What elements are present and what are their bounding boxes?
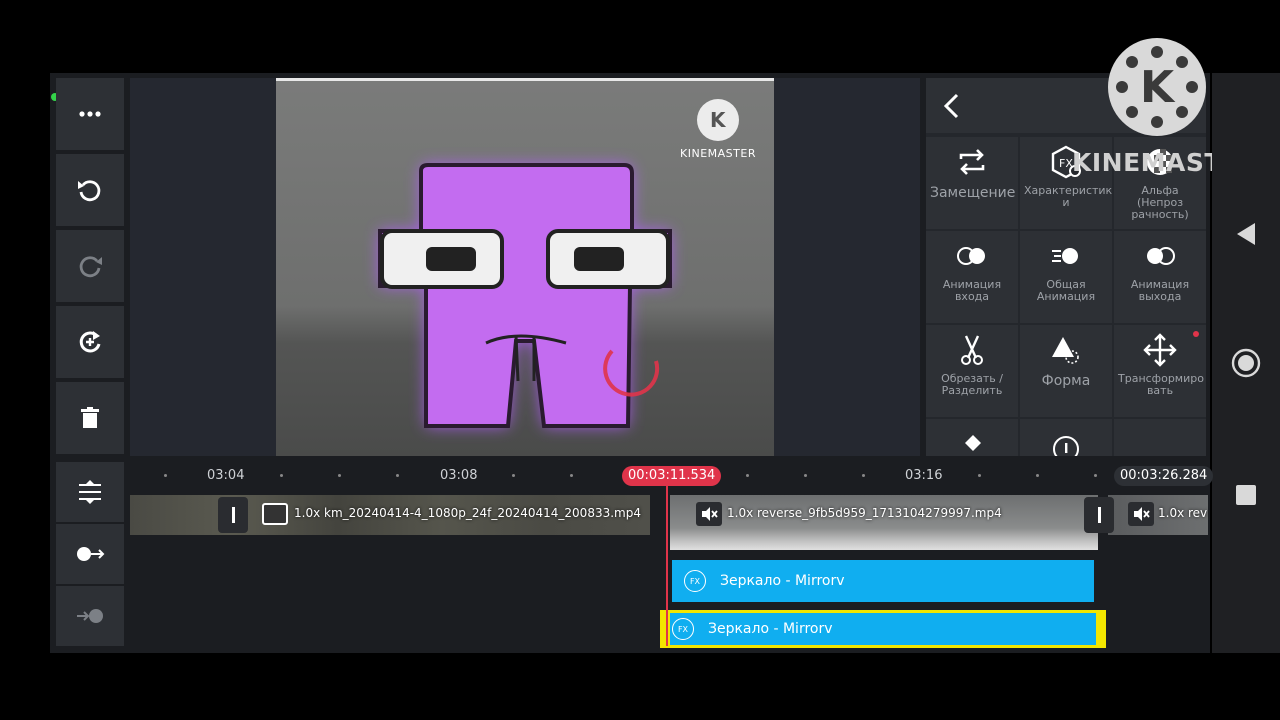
replace-icon (959, 149, 985, 175)
ruler-tick (512, 474, 515, 477)
overall-animation-label: Общая Анимация (1036, 278, 1096, 303)
in-animation-button[interactable]: Анимация входа (926, 231, 1018, 323)
left-toolbar (56, 78, 124, 458)
ruler-label: 03:04 (207, 468, 245, 483)
effect-layer-label: Зеркало - Mirrorv (708, 621, 833, 637)
preview-watermark: K KINEMASTER (678, 99, 758, 160)
ruler-tick (570, 474, 573, 477)
ruler-tick (164, 474, 167, 477)
back-button[interactable] (936, 90, 968, 122)
nav-recents-icon (1236, 485, 1256, 505)
mute-button[interactable] (696, 502, 722, 526)
current-time: 00:03:11.534 (622, 466, 722, 486)
mute-icon (1134, 507, 1150, 521)
transform-button[interactable]: Трансформиро вать (1114, 325, 1206, 417)
record-left-button[interactable] (56, 524, 124, 584)
delete-button[interactable] (56, 382, 124, 454)
effect-layer-label: Зеркало - Mirrorv (720, 573, 845, 589)
nav-home-icon (1231, 348, 1261, 378)
more-button[interactable] (56, 78, 124, 150)
panel-empty-cell (1114, 419, 1206, 456)
undo-button[interactable] (56, 154, 124, 226)
ruler-tick (396, 474, 399, 477)
nav-back-icon (1237, 223, 1255, 245)
effect-layer[interactable]: FX Зеркало - Mirrorv (672, 560, 1094, 602)
ruler-tick (1036, 474, 1039, 477)
watermark-logo-letter: K (1139, 61, 1175, 113)
clip-label: 1.0x km_20240414-4_1080p_24f_20240414_20… (294, 506, 641, 520)
scissors-icon (961, 335, 983, 365)
fx-icon: FX (672, 618, 694, 640)
video-clip[interactable] (670, 495, 1098, 550)
ruler-label: 03:16 (905, 468, 943, 483)
chevron-left-icon (943, 93, 959, 119)
trash-icon (81, 407, 99, 428)
info-icon (1053, 436, 1079, 456)
more-icon (79, 111, 101, 117)
nav-recents-button[interactable] (1212, 483, 1280, 507)
info-button[interactable] (1020, 419, 1112, 456)
mute-button[interactable] (1128, 502, 1154, 526)
clip-type-icon (262, 503, 288, 525)
characteristics-label: Характеристик и (1024, 184, 1113, 209)
transform-icon (1143, 333, 1177, 367)
ruler-label: 03:08 (440, 468, 478, 483)
redo-button[interactable] (56, 230, 124, 302)
overall-animation-icon (1052, 248, 1078, 264)
redo-icon (79, 256, 102, 278)
clip-handle[interactable] (1084, 497, 1114, 533)
trim-split-label: Обрезать / Разделить (941, 372, 1003, 397)
out-animation-button[interactable]: Анимация выхода (1114, 231, 1206, 323)
replace-label: Замещение (930, 185, 1016, 201)
nav-home-button[interactable] (1212, 348, 1280, 378)
ruler-tick (804, 474, 807, 477)
trim-split-button[interactable]: Обрезать / Разделить (926, 325, 1018, 417)
out-animation-icon (1147, 247, 1175, 265)
shape-button[interactable]: Форма (1020, 325, 1112, 417)
undo-icon (78, 180, 101, 202)
ruler-tick (862, 474, 865, 477)
record-left-icon (77, 547, 105, 561)
video-preview[interactable]: K KINEMASTER (276, 78, 774, 456)
ruler-tick (978, 474, 981, 477)
ruler-tick (1094, 474, 1097, 477)
replay-icon (79, 331, 101, 353)
paint-button[interactable] (926, 419, 1018, 456)
shape-icon (1052, 337, 1079, 364)
kinemaster-watermark-logo: K (1108, 38, 1206, 136)
restart-button[interactable] (56, 306, 124, 378)
in-animation-icon (957, 247, 985, 265)
clip-handle[interactable] (218, 497, 248, 533)
kinemaster-logo-icon: K (697, 99, 739, 141)
ruler-tick (280, 474, 283, 477)
in-animation-label: Анимация входа (942, 278, 1002, 303)
out-animation-label: Анимация выхода (1130, 278, 1190, 303)
playhead[interactable] (666, 486, 668, 646)
record-right-button[interactable] (56, 586, 124, 646)
notification-dot (1193, 331, 1199, 337)
preview-watermark-text: KINEMASTER (680, 147, 756, 160)
track-adjust-icon (79, 480, 101, 504)
record-right-icon (77, 609, 103, 623)
replace-button[interactable]: Замещение (926, 137, 1018, 229)
shape-label: Форма (1041, 373, 1091, 389)
transform-label: Трансформиро вать (1118, 372, 1204, 397)
mute-icon (702, 507, 718, 521)
system-nav-bar (1212, 73, 1280, 653)
alpha-label: Альфа (Непроз рачность) (1131, 184, 1189, 221)
fx-icon: FX (684, 570, 706, 592)
nav-back-button[interactable] (1212, 221, 1280, 247)
effect-layer-selected[interactable]: FX Зеркало - Mirrorv (660, 610, 1106, 648)
timeline-toolbar (56, 462, 124, 648)
track-adjust-button[interactable] (56, 462, 124, 522)
end-time: 00:03:26.284 (1114, 466, 1214, 486)
clip-label: 1.0x reverse_9fb5d959_1713104279997.mp4 (727, 506, 1002, 520)
paint-icon (965, 435, 981, 451)
ruler-tick (338, 474, 341, 477)
ruler-tick (746, 474, 749, 477)
overall-animation-button[interactable]: Общая Анимация (1020, 231, 1112, 323)
clip-label: 1.0x rev (1158, 506, 1208, 520)
